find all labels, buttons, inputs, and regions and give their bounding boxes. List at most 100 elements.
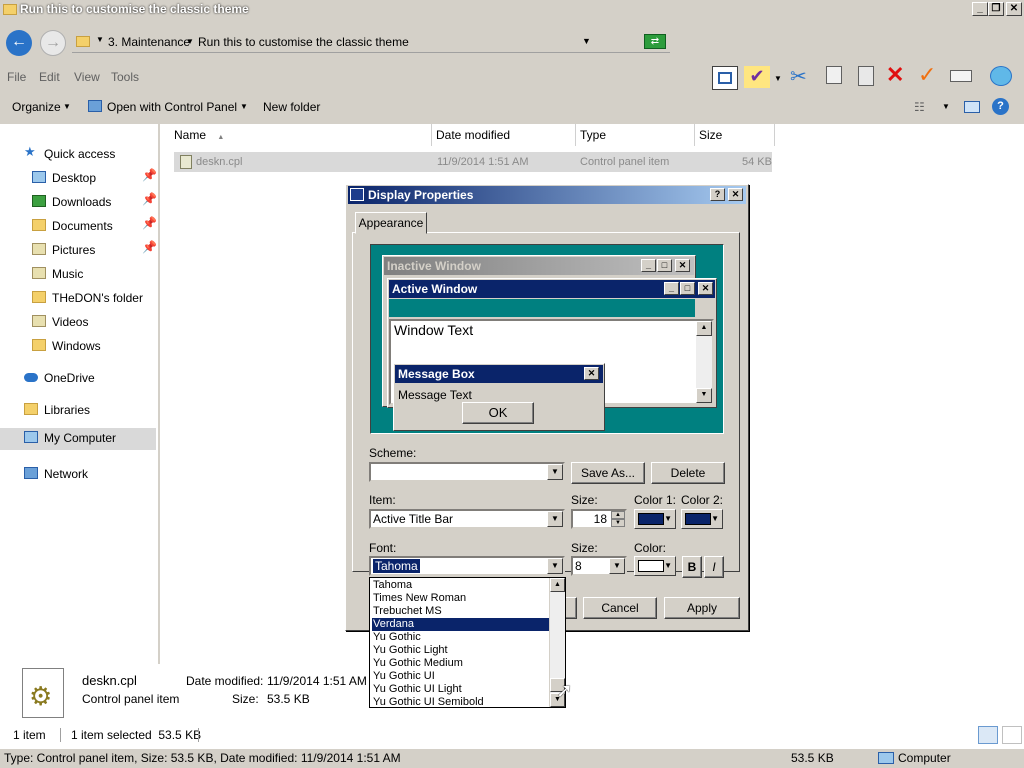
scroll-up-icon[interactable]: ▲ — [550, 578, 565, 592]
item-size-spinner[interactable]: 18 ▲ ▼ — [571, 509, 627, 529]
italic-button[interactable]: I — [704, 556, 724, 578]
spin-up-icon[interactable]: ▲ — [611, 511, 625, 519]
nav-thedon-folder[interactable]: THeDON's folder — [32, 288, 156, 310]
large-icons-view-icon[interactable] — [1002, 726, 1022, 744]
color2-picker[interactable]: ▼ — [681, 509, 723, 529]
font-size-dropdown[interactable]: 8 ▼ — [571, 556, 627, 576]
chevron-down-icon[interactable]: ▼ — [942, 102, 950, 111]
nav-network[interactable]: Network — [24, 464, 154, 486]
menu-view[interactable]: View — [74, 70, 100, 84]
help-button[interactable]: ? — [710, 188, 725, 201]
column-size[interactable]: Size — [695, 124, 775, 146]
nav-onedrive[interactable]: OneDrive — [24, 368, 154, 390]
status-bar: Type: Control panel item, Size: 53.5 KB,… — [0, 748, 1024, 768]
nav-windows[interactable]: Windows — [32, 336, 156, 358]
chevron-down-icon[interactable]: ▼ — [240, 102, 248, 111]
apply-button[interactable]: Apply — [664, 597, 740, 619]
item-dropdown[interactable]: Active Title Bar ▼ — [369, 509, 565, 529]
cancel-button[interactable]: Cancel — [583, 597, 657, 619]
open-with-button[interactable]: Open with Control Panel — [107, 100, 237, 114]
view-options-icon[interactable]: ☷ — [914, 100, 925, 114]
nav-documents[interactable]: Documents — [32, 216, 156, 238]
font-dropdown-list[interactable]: Tahoma Times New Roman Trebuchet MS Verd… — [369, 577, 566, 708]
chevron-down-icon[interactable]: ▼ — [547, 558, 563, 574]
organize-button[interactable]: Organize — [12, 100, 61, 114]
menu-tools[interactable]: Tools — [111, 70, 139, 84]
check-icon[interactable]: ✓ — [918, 62, 936, 88]
menu-file[interactable]: File — [7, 70, 26, 84]
color2-label: Color 2: — [681, 493, 724, 507]
chevron-down-icon[interactable]: ▼ — [609, 558, 625, 574]
font-option[interactable]: Yu Gothic UI Light — [372, 683, 550, 696]
nav-downloads[interactable]: Downloads — [32, 192, 156, 214]
chevron-down-icon[interactable]: ▼ — [63, 102, 71, 111]
nav-music[interactable]: Music — [32, 264, 156, 286]
font-option[interactable]: Yu Gothic — [372, 631, 550, 644]
chevron-down-icon[interactable]: ▼ — [582, 36, 591, 46]
pin-icon[interactable]: 📌 — [142, 240, 157, 254]
divider — [198, 728, 199, 742]
font-option-highlighted[interactable]: Verdana — [372, 618, 550, 631]
back-button[interactable]: ← — [6, 30, 32, 56]
dialog-close-button[interactable]: ✕ — [728, 188, 743, 201]
menu-bar: File Edit View Tools — [0, 64, 700, 88]
font-option[interactable]: Yu Gothic Light — [372, 644, 550, 657]
minimize-button[interactable]: _ — [972, 2, 988, 16]
menu-edit[interactable]: Edit — [39, 70, 60, 84]
bold-button[interactable]: B — [682, 556, 702, 578]
table-row[interactable]: deskn.cpl 11/9/2014 1:51 AM Control pane… — [174, 152, 772, 172]
explorer-titlebar: Run this to customise the classic theme … — [0, 0, 1024, 20]
font-option[interactable]: Trebuchet MS — [372, 605, 550, 618]
refresh-icon[interactable]: ⇄ — [644, 34, 666, 49]
globe-icon[interactable] — [990, 66, 1012, 86]
nav-quick-access[interactable]: ★ Quick access — [24, 144, 154, 166]
nav-libraries[interactable]: Libraries — [24, 400, 154, 422]
column-type[interactable]: Type — [576, 124, 695, 146]
breadcrumb-current[interactable]: Run this to customise the classic theme — [198, 35, 409, 49]
details-view-icon[interactable] — [978, 726, 998, 744]
font-option[interactable]: Yu Gothic Medium — [372, 657, 550, 670]
breadcrumb-maintenance[interactable]: 3. Maintenance — [108, 35, 190, 49]
cut-icon[interactable]: ✂ — [790, 64, 807, 89]
delete-icon[interactable]: ✕ — [886, 62, 904, 88]
nav-desktop[interactable]: Desktop — [32, 168, 156, 190]
checkbox-icon[interactable]: ✔ — [744, 66, 770, 88]
font-option[interactable]: Yu Gothic UI Semibold — [372, 696, 550, 709]
divider — [60, 728, 61, 742]
scheme-dropdown[interactable]: ▼ — [369, 462, 565, 482]
help-icon[interactable]: ? — [992, 98, 1009, 115]
font-color-picker[interactable]: ▼ — [634, 556, 676, 576]
font-option[interactable]: Times New Roman — [372, 592, 550, 605]
color1-picker[interactable]: ▼ — [634, 509, 676, 529]
copy-icon[interactable] — [826, 66, 842, 84]
forward-button[interactable]: → — [40, 30, 66, 56]
paste-icon[interactable] — [858, 66, 874, 86]
pin-icon[interactable]: 📌 — [142, 216, 157, 230]
address-bar[interactable]: ▼ 3. Maintenance ▼ Run this to customise… — [72, 31, 670, 53]
chevron-down-icon[interactable]: ▼ — [547, 464, 563, 480]
preview-pane-icon[interactable] — [964, 101, 980, 113]
properties-icon[interactable] — [950, 70, 972, 82]
delete-button[interactable]: Delete — [651, 462, 725, 484]
tab-appearance[interactable]: Appearance — [355, 212, 427, 234]
nav-videos[interactable]: Videos — [32, 312, 156, 334]
pin-icon[interactable]: 📌 — [142, 168, 157, 182]
chevron-down-icon[interactable]: ▼ — [774, 74, 782, 83]
restore-button[interactable]: ❐ — [988, 2, 1004, 16]
nav-my-computer[interactable]: My Computer — [0, 428, 156, 450]
column-name[interactable]: Name ▲ — [160, 124, 432, 146]
chevron-down-icon[interactable]: ▼ — [547, 511, 563, 527]
font-option[interactable]: Tahoma — [372, 579, 550, 592]
column-date-modified[interactable]: Date modified — [432, 124, 576, 146]
nav-pictures[interactable]: Pictures — [32, 240, 156, 262]
spin-down-icon[interactable]: ▼ — [611, 519, 625, 527]
pin-icon[interactable]: 📌 — [142, 192, 157, 206]
font-dropdown[interactable]: Tahoma ▼ — [369, 556, 565, 576]
dialog-title: Display Properties — [368, 188, 474, 202]
new-folder-button[interactable]: New folder — [263, 100, 320, 114]
status-info: Type: Control panel item, Size: 53.5 KB,… — [4, 751, 401, 765]
close-button[interactable]: ✕ — [1006, 2, 1022, 16]
font-option[interactable]: Yu Gothic UI — [372, 670, 550, 683]
save-as-button[interactable]: Save As... — [571, 462, 645, 484]
preview-pane-icon[interactable] — [712, 66, 738, 90]
